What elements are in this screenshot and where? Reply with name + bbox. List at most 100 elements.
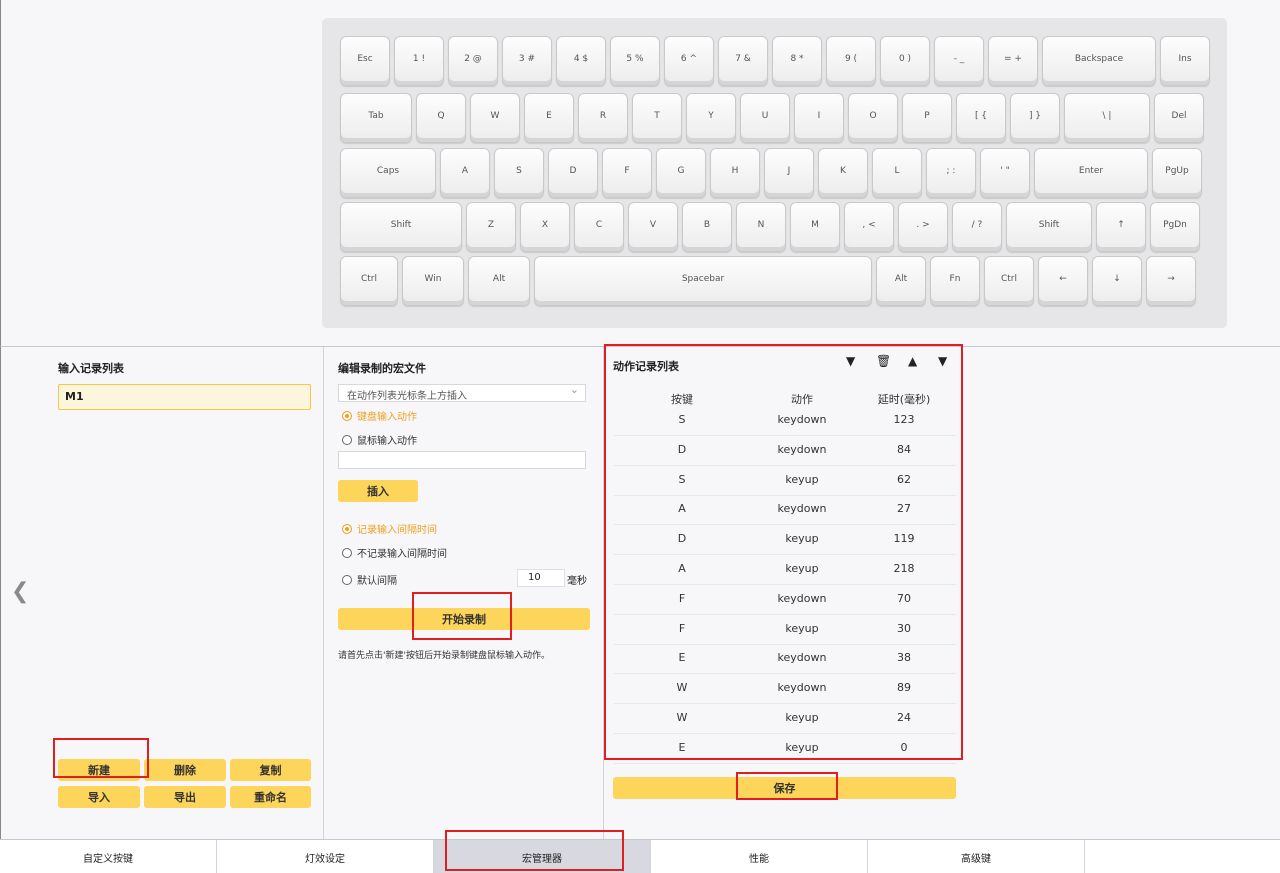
- move-up-icon[interactable]: ▲: [908, 354, 917, 368]
- key-2-4[interactable]: F: [602, 148, 652, 198]
- key-2-9[interactable]: L: [872, 148, 922, 198]
- key-3-2[interactable]: X: [520, 202, 570, 252]
- key-2-12[interactable]: Enter: [1034, 148, 1148, 198]
- table-row[interactable]: Skeyup 62: [614, 466, 956, 496]
- key-0-7[interactable]: 7 &: [718, 36, 768, 86]
- radio-default-interval[interactable]: 默认间隔: [342, 572, 397, 587]
- key-2-11[interactable]: ' ": [980, 148, 1030, 198]
- key-3-8[interactable]: , <: [844, 202, 894, 252]
- key-3-9[interactable]: . >: [898, 202, 948, 252]
- key-1-14[interactable]: Del: [1154, 93, 1204, 143]
- table-row[interactable]: Dkeyup 119: [614, 525, 956, 556]
- chevron-left-icon[interactable]: ❮: [11, 579, 29, 604]
- key-4-7[interactable]: ←: [1038, 256, 1088, 306]
- tab-advanced-keys[interactable]: 高级键: [868, 840, 1085, 873]
- key-0-3[interactable]: 3 #: [502, 36, 552, 86]
- key-4-9[interactable]: →: [1146, 256, 1196, 306]
- key-4-4[interactable]: Alt: [876, 256, 926, 306]
- key-1-7[interactable]: U: [740, 93, 790, 143]
- insert-row-icon[interactable]: ▼: [846, 354, 855, 368]
- key-0-9[interactable]: 9 (: [826, 36, 876, 86]
- key-0-0[interactable]: Esc: [340, 36, 390, 86]
- radio-record-interval[interactable]: 记录输入间隔时间: [342, 521, 437, 536]
- key-1-12[interactable]: ] }: [1010, 93, 1060, 143]
- key-3-11[interactable]: Shift: [1006, 202, 1092, 252]
- key-3-0[interactable]: Shift: [340, 202, 462, 252]
- action-input-field[interactable]: [338, 451, 586, 469]
- key-4-6[interactable]: Ctrl: [984, 256, 1034, 306]
- key-0-14[interactable]: Ins: [1160, 36, 1210, 86]
- key-2-8[interactable]: K: [818, 148, 868, 198]
- table-row[interactable]: Fkeyup 30: [614, 615, 956, 645]
- key-0-11[interactable]: - _: [934, 36, 984, 86]
- key-4-0[interactable]: Ctrl: [340, 256, 398, 306]
- move-down-icon[interactable]: ▼: [938, 354, 947, 368]
- tab-custom-keys[interactable]: 自定义按键: [0, 840, 217, 873]
- key-0-1[interactable]: 1 !: [394, 36, 444, 86]
- radio-mouse-input[interactable]: 鼠标输入动作: [342, 432, 417, 447]
- record-item-m1[interactable]: M1: [58, 384, 311, 410]
- table-row[interactable]: Dkeydown 84: [614, 436, 956, 466]
- key-3-1[interactable]: Z: [466, 202, 516, 252]
- key-4-8[interactable]: ↓: [1092, 256, 1142, 306]
- key-0-5[interactable]: 5 %: [610, 36, 660, 86]
- key-0-12[interactable]: = +: [988, 36, 1038, 86]
- radio-keyboard-input[interactable]: 键盘输入动作: [342, 408, 417, 423]
- key-0-4[interactable]: 4 $: [556, 36, 606, 86]
- key-1-5[interactable]: T: [632, 93, 682, 143]
- trash-icon[interactable]: 🗑: [876, 354, 891, 368]
- rename-button[interactable]: 重命名: [230, 786, 311, 808]
- table-row[interactable]: Akeyup 218: [614, 555, 956, 585]
- key-3-7[interactable]: M: [790, 202, 840, 252]
- key-3-3[interactable]: C: [574, 202, 624, 252]
- key-2-3[interactable]: D: [548, 148, 598, 198]
- table-row[interactable]: Skeydown 123: [614, 406, 956, 436]
- key-4-3[interactable]: Spacebar: [534, 256, 872, 306]
- key-1-1[interactable]: Q: [416, 93, 466, 143]
- table-row[interactable]: Ekeydown 38: [614, 644, 956, 675]
- key-1-2[interactable]: W: [470, 93, 520, 143]
- key-3-6[interactable]: N: [736, 202, 786, 252]
- key-2-1[interactable]: A: [440, 148, 490, 198]
- key-1-13[interactable]: \ |: [1064, 93, 1150, 143]
- key-2-5[interactable]: G: [656, 148, 706, 198]
- key-1-4[interactable]: R: [578, 93, 628, 143]
- key-1-8[interactable]: I: [794, 93, 844, 143]
- key-4-5[interactable]: Fn: [930, 256, 980, 306]
- key-3-12[interactable]: ↑: [1096, 202, 1146, 252]
- table-row[interactable]: Wkeyup 24: [614, 704, 956, 734]
- key-1-10[interactable]: P: [902, 93, 952, 143]
- key-1-11[interactable]: [ {: [956, 93, 1006, 143]
- key-2-2[interactable]: S: [494, 148, 544, 198]
- insert-mode-select[interactable]: 在动作列表光标条上方插入 ⌄: [338, 383, 586, 402]
- key-4-1[interactable]: Win: [402, 256, 464, 306]
- copy-button[interactable]: 复制: [230, 759, 311, 781]
- key-1-3[interactable]: E: [524, 93, 574, 143]
- key-2-6[interactable]: H: [710, 148, 760, 198]
- key-3-4[interactable]: V: [628, 202, 678, 252]
- key-1-9[interactable]: O: [848, 93, 898, 143]
- key-2-13[interactable]: PgUp: [1152, 148, 1202, 198]
- key-2-7[interactable]: J: [764, 148, 814, 198]
- radio-no-interval[interactable]: 不记录输入间隔时间: [342, 545, 447, 560]
- tab-performance[interactable]: 性能: [651, 840, 868, 873]
- key-3-10[interactable]: / ?: [952, 202, 1002, 252]
- key-0-8[interactable]: 8 *: [772, 36, 822, 86]
- import-button[interactable]: 导入: [58, 786, 140, 808]
- key-0-10[interactable]: 0 ): [880, 36, 930, 86]
- key-0-6[interactable]: 6 ^: [664, 36, 714, 86]
- insert-button[interactable]: 插入: [338, 480, 418, 502]
- table-row[interactable]: Ekeyup 0: [614, 734, 956, 764]
- key-3-13[interactable]: PgDn: [1150, 202, 1200, 252]
- start-record-button[interactable]: 开始录制: [338, 608, 590, 630]
- key-4-2[interactable]: Alt: [468, 256, 530, 306]
- table-row[interactable]: Akeydown 27: [614, 495, 956, 526]
- key-2-0[interactable]: Caps: [340, 148, 436, 198]
- table-row[interactable]: Fkeydown 70: [614, 585, 956, 615]
- default-interval-input[interactable]: 10: [517, 569, 565, 587]
- key-1-0[interactable]: Tab: [340, 93, 412, 143]
- key-2-10[interactable]: ; :: [926, 148, 976, 198]
- save-button[interactable]: 保存: [613, 777, 956, 799]
- key-3-5[interactable]: B: [682, 202, 732, 252]
- key-0-2[interactable]: 2 @: [448, 36, 498, 86]
